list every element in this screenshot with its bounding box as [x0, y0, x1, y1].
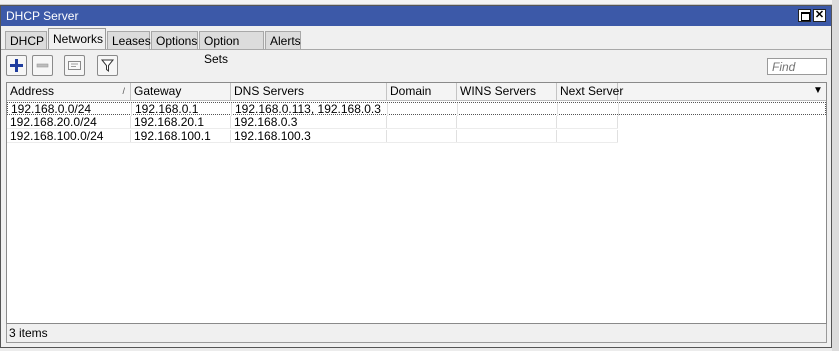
background-window-edge-right [832, 0, 839, 351]
dhcp-server-window: DHCP Server ✕ DHCP Networks Leases Optio… [0, 5, 832, 348]
cell-dns-servers: 192.168.0.113, 192.168.0.3 [232, 103, 388, 116]
toolbar [1, 54, 831, 80]
item-count: 3 items [9, 326, 48, 340]
comment-button[interactable] [64, 55, 85, 76]
column-header-address[interactable]: Address / [7, 83, 131, 100]
column-label: Address [10, 84, 55, 98]
tab-options[interactable]: Options [151, 31, 198, 49]
add-button[interactable] [6, 55, 27, 76]
column-header-wins-servers[interactable]: WINS Servers [457, 83, 557, 100]
column-header-gateway[interactable]: Gateway [131, 83, 231, 100]
tab-alerts[interactable]: Alerts [265, 31, 301, 49]
tab-leases[interactable]: Leases [107, 31, 151, 49]
maximize-icon[interactable] [798, 9, 811, 22]
cell-gateway: 192.168.0.1 [132, 103, 232, 116]
tab-option-sets[interactable]: Option Sets [199, 31, 264, 66]
table-header: Address / Gateway DNS Servers Domain WIN… [7, 83, 826, 101]
remove-button[interactable] [32, 55, 53, 76]
status-bar: 3 items [6, 324, 827, 343]
sort-arrow-icon: / [122, 86, 125, 96]
networks-table: Address / Gateway DNS Servers Domain WIN… [6, 82, 827, 324]
cell-domain [388, 103, 458, 116]
cell-address: 192.168.0.0/24 [8, 103, 132, 116]
title-bar[interactable]: DHCP Server ✕ [1, 6, 831, 26]
filter-icon [100, 59, 115, 72]
filter-button[interactable] [97, 55, 118, 76]
window-title: DHCP Server [6, 9, 79, 23]
table-row[interactable]: 192.168.100.0/24 192.168.100.1 192.168.1… [7, 130, 826, 143]
tab-bar: DHCP Networks Leases Options Option Sets… [1, 28, 831, 66]
column-menu-icon[interactable]: ▼ [812, 85, 824, 97]
tab-networks[interactable]: Networks [48, 28, 106, 50]
tab-dhcp[interactable]: DHCP [5, 31, 47, 49]
comment-icon [68, 61, 81, 70]
table-row[interactable]: 192.168.0.0/24 192.168.0.1 192.168.0.113… [7, 102, 826, 116]
column-header-domain[interactable]: Domain [387, 83, 457, 100]
cell-next-server [558, 103, 619, 116]
table-row[interactable]: 192.168.20.0/24 192.168.20.1 192.168.0.3 [7, 116, 826, 129]
column-header-dns-servers[interactable]: DNS Servers [231, 83, 387, 100]
close-icon[interactable]: ✕ [813, 9, 826, 22]
row-divider [7, 128, 618, 129]
column-header-next-server[interactable]: Next Server [557, 83, 623, 100]
remove-icon [36, 63, 49, 68]
cell-wins-servers [458, 103, 558, 116]
row-divider [7, 142, 618, 143]
add-icon [10, 59, 23, 72]
find-input[interactable] [767, 58, 827, 75]
tab-divider [1, 49, 831, 50]
